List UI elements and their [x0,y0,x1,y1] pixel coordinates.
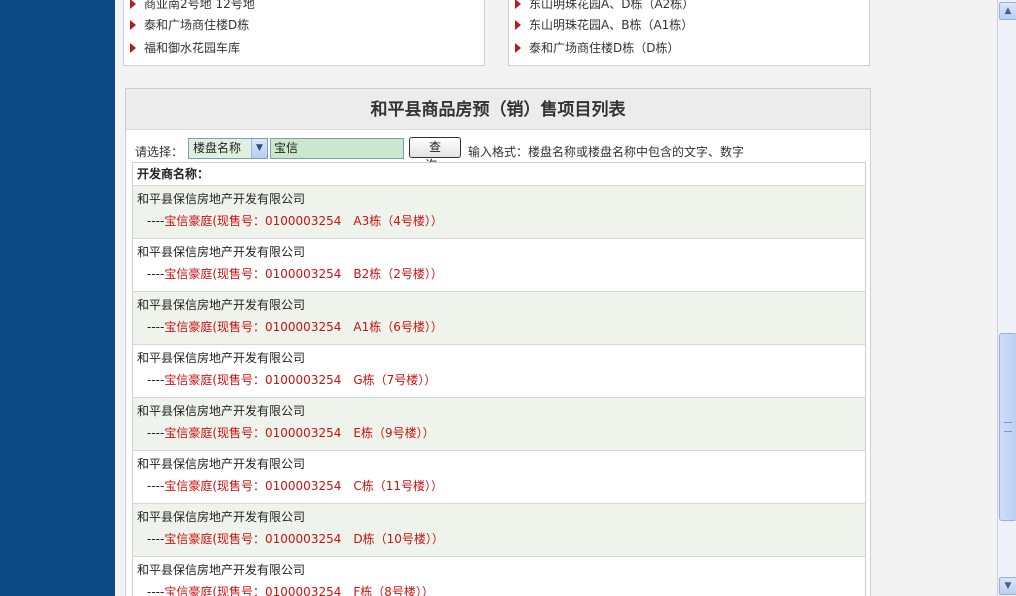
project-entry: ----宝信豪庭(现售号：0100003254 G栋（7号楼）） [147,371,436,388]
row-prefix: ---- [147,585,165,596]
project-entry: ----宝信豪庭(现售号：0100003254 E栋（9号楼）） [147,424,435,441]
panel-title: 和平县商品房预（销）售项目列表 [126,89,870,130]
list-item[interactable]: 福和御水花园车库 [130,37,240,59]
scrollbar-thumb[interactable] [999,333,1016,521]
scroll-down-icon[interactable]: ▼ [999,577,1016,595]
project-entry: ----宝信豪庭(现售号：0100003254 F栋（8号楼）） [147,583,434,596]
developer-name: 和平县保信房地产开发有限公司 [137,192,306,206]
developer-name: 和平县保信房地产开发有限公司 [137,563,306,577]
project-entry: ----宝信豪庭(现售号：0100003254 C栋（11号楼）） [147,477,443,494]
grip-icon [1004,422,1012,432]
bullet-icon [130,20,136,30]
search-hint: 输入格式：楼盘名称或楼盘名称中包含的文字、数字 [468,145,745,159]
project-entry: ----宝信豪庭(现售号：0100003254 A3栋（4号楼）） [147,212,443,229]
table-header: 开发商名称： [133,163,865,186]
project-link[interactable]: 宝信豪庭(现售号：0100003254 G栋（7号楼）） [164,373,436,387]
list-item[interactable]: 泰和广场商住楼D栋（D栋） [515,37,679,59]
row-prefix: ---- [147,373,165,387]
table-row: 和平县保信房地产开发有限公司 ----宝信豪庭(现售号：0100003254 G… [133,345,865,398]
bullet-icon [515,43,521,53]
project-link[interactable]: 宝信豪庭(现售号：0100003254 F栋（8号楼）） [164,585,434,596]
project-link[interactable]: 宝信豪庭(现售号：0100003254 C栋（11号楼）） [164,479,443,493]
top-left-list: 商业南2号地 12号地 泰和广场商住楼D栋 福和御水花园车库 [123,0,485,66]
search-input[interactable]: 宝信 [270,138,404,159]
results-table: 开发商名称： 和平县保信房地产开发有限公司 ----宝信豪庭(现售号：01000… [132,162,866,596]
search-button[interactable]: 查 询 [409,137,461,172]
row-prefix: ---- [147,426,165,440]
bullet-icon [130,0,136,9]
developer-name: 和平县保信房地产开发有限公司 [137,404,306,418]
table-row: 和平县保信房地产开发有限公司 ----宝信豪庭(现售号：0100003254 A… [133,292,865,345]
select-value: 楼盘名称 [193,141,242,155]
project-entry: ----宝信豪庭(现售号：0100003254 B2栋（2号楼）） [147,265,443,282]
developer-name: 和平县保信房地产开发有限公司 [137,510,306,524]
developer-name: 和平县保信房地产开发有限公司 [137,457,306,471]
project-link[interactable]: 宝信豪庭(现售号：0100003254 E栋（9号楼）） [164,426,434,440]
list-item[interactable]: 东山明珠花园A、D栋（A2栋） [515,0,694,15]
developer-name: 和平县保信房地产开发有限公司 [137,351,306,365]
scroll-up-icon[interactable]: ▲ [999,2,1016,20]
table-row: 和平县保信房地产开发有限公司 ----宝信豪庭(现售号：0100003254 E… [133,398,865,451]
row-prefix: ---- [147,532,165,546]
vertical-scrollbar[interactable]: ▲ ▼ [997,0,1016,596]
list-item[interactable]: 商业南2号地 12号地 [130,0,255,15]
project-list-panel: 和平县商品房预（销）售项目列表 请选择： 楼盘名称 ▼ 宝信 查 询 输入格式：… [125,88,871,596]
search-field-select[interactable]: 楼盘名称 ▼ [188,138,268,159]
row-prefix: ---- [147,214,165,228]
developer-name: 和平县保信房地产开发有限公司 [137,298,306,312]
project-link[interactable]: 宝信豪庭(现售号：0100003254 D栋（10号楼）） [164,532,444,546]
row-prefix: ---- [147,479,165,493]
search-label: 请选择： [135,145,184,159]
project-link[interactable]: 宝信豪庭(现售号：0100003254 A1栋（6号楼）） [164,320,443,334]
list-item[interactable]: 泰和广场商住楼D栋 [130,14,249,36]
project-entry: ----宝信豪庭(现售号：0100003254 D栋（10号楼）） [147,530,444,547]
table-row: 和平县保信房地产开发有限公司 ----宝信豪庭(现售号：0100003254 A… [133,186,865,239]
bullet-icon [515,20,521,30]
bullet-icon [130,43,136,53]
row-prefix: ---- [147,267,165,281]
search-bar: 请选择： 楼盘名称 ▼ 宝信 查 询 输入格式：楼盘名称或楼盘名称中包含的文字、… [126,137,870,172]
page-content: 商业南2号地 12号地 泰和广场商住楼D栋 福和御水花园车库 东山明珠花园A、D… [115,0,997,596]
list-item[interactable]: 东山明珠花园A、B栋（A1栋） [515,14,693,36]
row-prefix: ---- [147,320,165,334]
top-right-list: 东山明珠花园A、D栋（A2栋） 东山明珠花园A、B栋（A1栋） 泰和广场商住楼D… [508,0,870,66]
project-entry: ----宝信豪庭(现售号：0100003254 A1栋（6号楼）） [147,318,443,335]
bullet-icon [515,0,521,9]
project-link[interactable]: 宝信豪庭(现售号：0100003254 B2栋（2号楼）） [164,267,443,281]
chevron-down-icon[interactable]: ▼ [251,139,267,158]
table-row: 和平县保信房地产开发有限公司 ----宝信豪庭(现售号：0100003254 C… [133,451,865,504]
table-row: 和平县保信房地产开发有限公司 ----宝信豪庭(现售号：0100003254 F… [133,557,865,596]
table-row: 和平县保信房地产开发有限公司 ----宝信豪庭(现售号：0100003254 B… [133,239,865,292]
table-row: 和平县保信房地产开发有限公司 ----宝信豪庭(现售号：0100003254 D… [133,504,865,557]
developer-name: 和平县保信房地产开发有限公司 [137,245,306,259]
project-link[interactable]: 宝信豪庭(现售号：0100003254 A3栋（4号楼）） [164,214,443,228]
